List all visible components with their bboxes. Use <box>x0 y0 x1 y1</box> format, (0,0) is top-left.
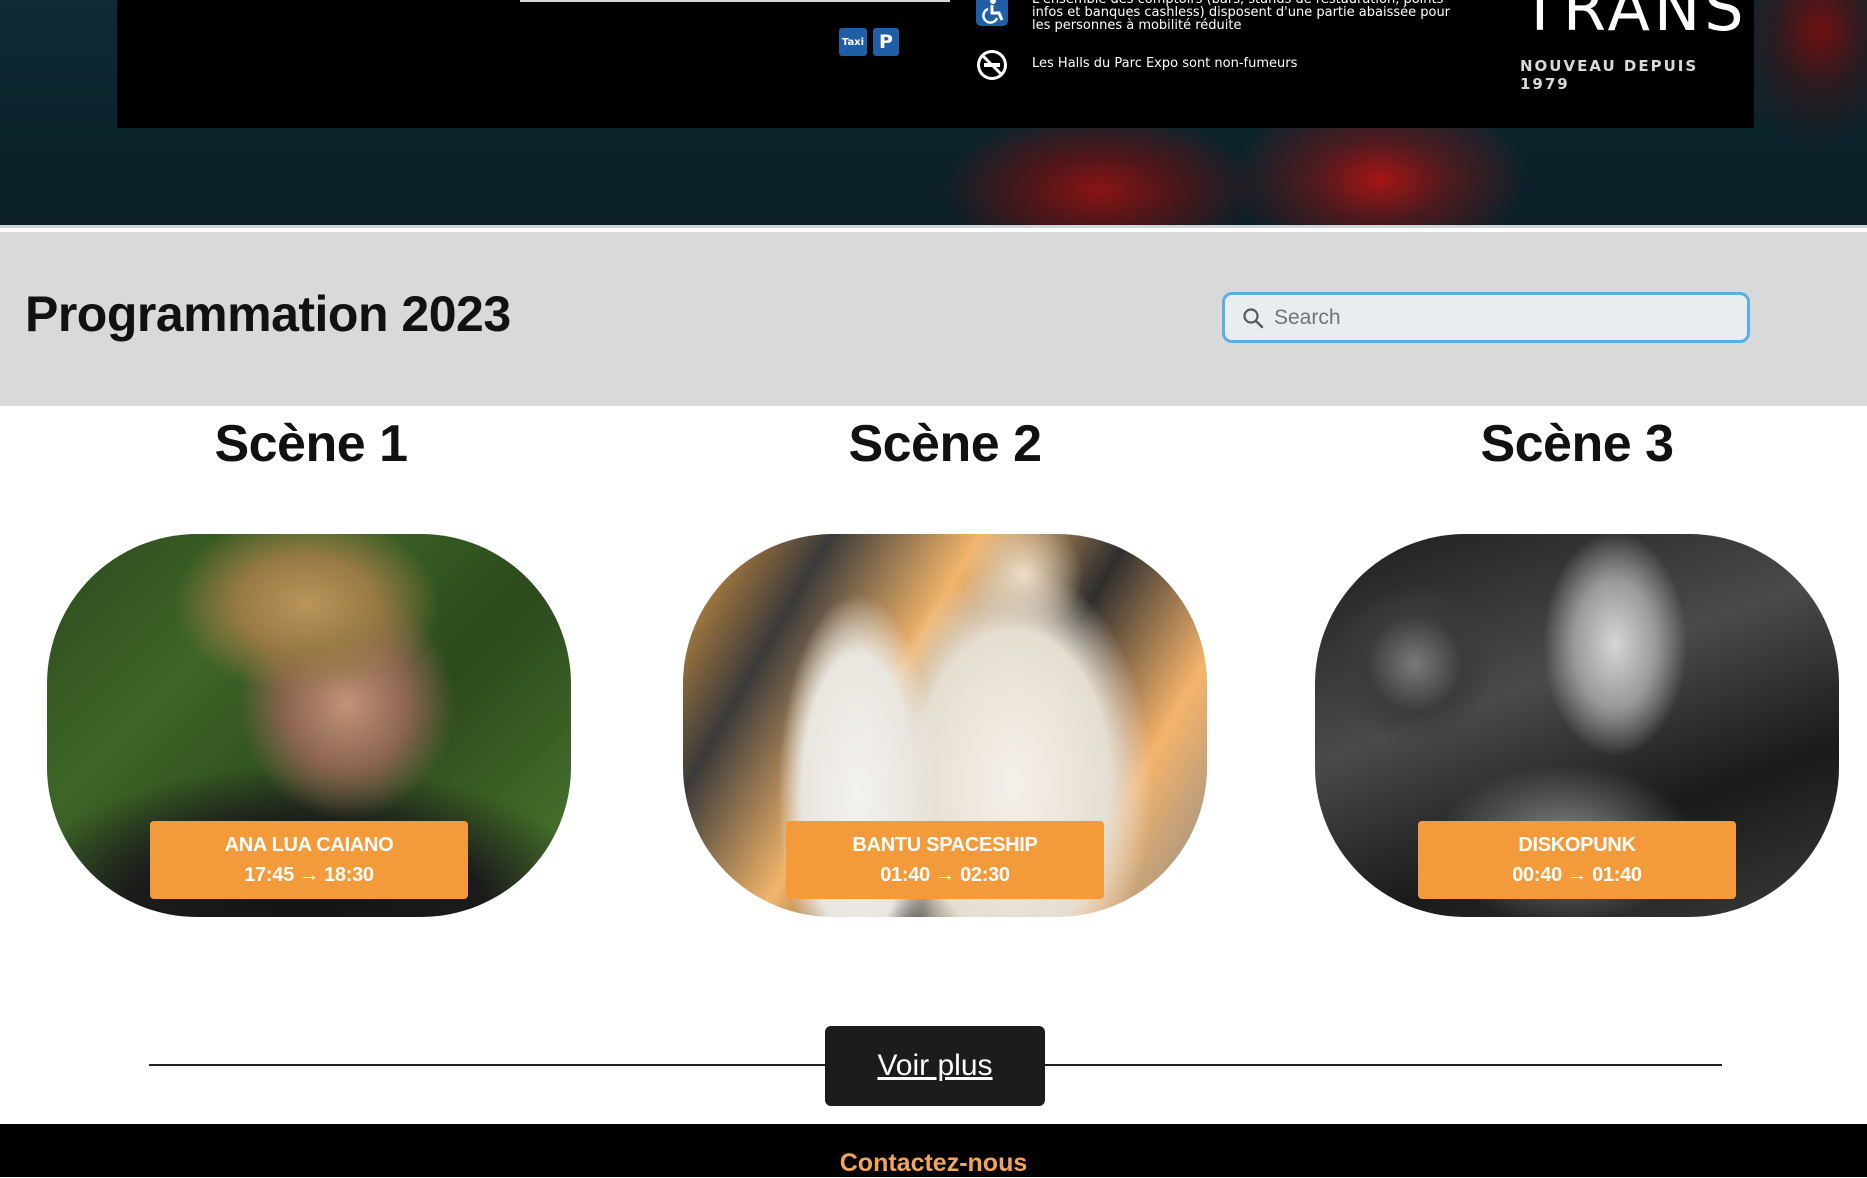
artist-card-ana-lua-caiano[interactable]: ANA LUA CAIANO 17:45 → 18:30 <box>47 534 571 917</box>
brand-logo: TRANS <box>1521 0 1748 45</box>
search-icon <box>1243 307 1264 328</box>
artist-card-bantu-spaceship[interactable]: BANTU SPACESHIP 01:40 → 02:30 <box>683 534 1207 917</box>
smoking-note: Les Halls du Parc Expo sont non-fumeurs <box>1032 56 1298 71</box>
parking-icon: P <box>873 28 899 56</box>
brand-tagline: NOUVEAU DEPUIS 1979 <box>1520 57 1699 93</box>
artist-name: BANTU SPACESHIP <box>852 834 1038 856</box>
search-field[interactable] <box>1222 292 1750 343</box>
voir-plus-button[interactable]: Voir plus <box>825 1026 1045 1106</box>
page-title: Programmation 2023 <box>25 286 511 342</box>
artist-card-diskopunk[interactable]: DISKOPUNK 00:40 → 01:40 <box>1315 534 1839 917</box>
venue-info-panel: Taxi P L'ensemble des comptoirs (bars, s… <box>117 0 1754 128</box>
wheelchair-icon <box>976 0 1008 26</box>
artist-label: ANA LUA CAIANO 17:45 → 18:30 <box>150 821 468 899</box>
artist-name: ANA LUA CAIANO <box>224 834 394 856</box>
taxi-icon: Taxi <box>839 28 867 56</box>
contact-link[interactable]: Contactez-nous <box>0 1149 1867 1178</box>
stage-2-title: Scène 2 <box>848 415 1042 473</box>
artist-label: DISKOPUNK 00:40 → 01:40 <box>1418 821 1736 899</box>
hero-banner: Taxi P L'ensemble des comptoirs (bars, s… <box>0 0 1867 228</box>
set-time: 00:40 → 01:40 <box>1512 864 1642 886</box>
set-time: 17:45 → 18:30 <box>244 864 374 886</box>
search-input[interactable] <box>1272 304 1716 331</box>
no-smoking-icon <box>977 50 1007 80</box>
parking-badge-label: P <box>879 31 893 53</box>
artist-label: BANTU SPACESHIP 01:40 → 02:30 <box>786 821 1104 899</box>
artist-name: DISKOPUNK <box>1518 834 1636 856</box>
stage-3-title: Scène 3 <box>1480 415 1674 473</box>
taxi-badge-label: Taxi <box>841 36 865 48</box>
stage-1-title: Scène 1 <box>214 415 408 473</box>
set-time: 01:40 → 02:30 <box>880 864 1010 886</box>
info-divider <box>520 0 950 2</box>
accessibility-note: L'ensemble des comptoirs (bars, stands d… <box>1032 0 1451 33</box>
